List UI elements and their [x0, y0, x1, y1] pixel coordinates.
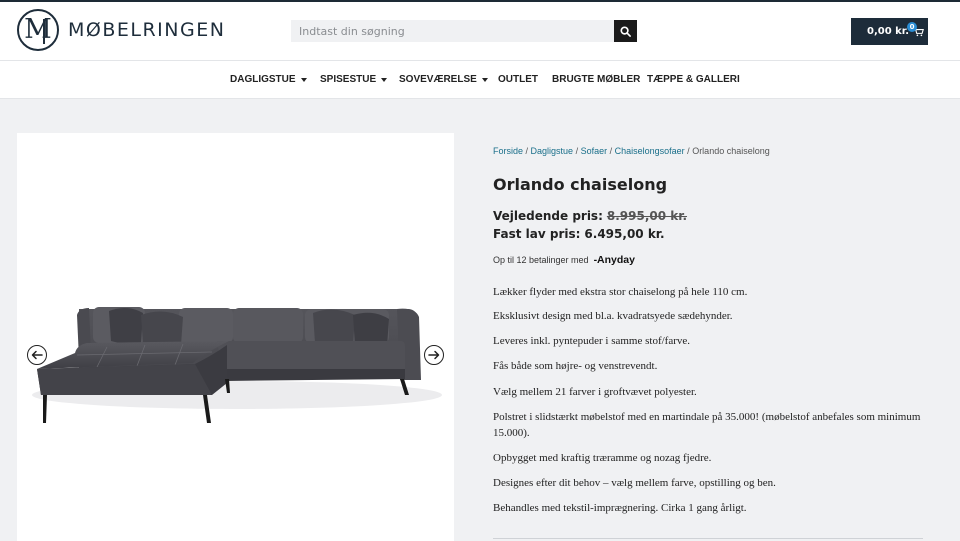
nav-label: TÆPPE & GALLERI — [647, 74, 740, 85]
description-line: Designes efter dit behov – vælg mellem f… — [493, 477, 776, 489]
search-input[interactable] — [291, 20, 614, 42]
description-line: Leveres inkl. pyntepuder i samme stof/fa… — [493, 335, 691, 347]
search-icon — [620, 25, 631, 37]
main-navigation: DAGLIGSTUE SPISESTUE SOVEVÆRELSE OUTLET … — [0, 61, 960, 99]
cart-count-badge: 0 — [907, 22, 917, 32]
sale-price-row: Fast lav pris: 6.495,00 kr. — [493, 227, 665, 241]
nav-label: SOVEVÆRELSE — [399, 74, 477, 85]
installment-text: Op til 12 betalinger med — [493, 255, 589, 265]
breadcrumb: Forside / Dagligstue / Sofaer / Chaiselo… — [493, 146, 770, 156]
description-line: Lækker flyder med ekstra stor chaiselong… — [493, 286, 748, 298]
nav-item-spisestue[interactable]: SPISESTUE — [320, 74, 388, 85]
installment-info: Op til 12 betalinger med -Anyday — [493, 254, 635, 266]
site-header: M MØBELRINGEN 0,00 kr. 0 — [0, 2, 960, 61]
breadcrumb-link-dagligstue[interactable]: Dagligstue — [531, 146, 574, 156]
nav-item-sovevaerelse[interactable]: SOVEVÆRELSE — [399, 74, 488, 85]
cart-total: 0,00 kr. — [867, 26, 910, 37]
caret-down-icon — [300, 77, 307, 82]
logo-text: MØBELRINGEN — [68, 19, 226, 41]
nav-label: BRUGTE MØBLER — [552, 74, 641, 85]
rrp-price-row: Vejledende pris: 8.995,00 kr. — [493, 209, 687, 223]
description-line: Eksklusivt design med bl.a. kvadratsyede… — [493, 310, 733, 322]
logo[interactable]: M MØBELRINGEN — [17, 9, 225, 51]
nav-item-brugte-mobler[interactable]: BRUGTE MØBLER — [552, 74, 640, 85]
logo-letter: M — [24, 14, 52, 45]
gallery-prev-button[interactable] — [27, 345, 47, 365]
search-button[interactable] — [614, 20, 637, 42]
gallery-next-button[interactable] — [424, 345, 444, 365]
breadcrumb-link-sofaer[interactable]: Sofaer — [581, 146, 608, 156]
cart-button[interactable]: 0,00 kr. 0 — [851, 18, 928, 45]
chevron-left-icon — [31, 350, 43, 360]
nav-label: SPISESTUE — [320, 74, 377, 85]
description-line: Fås både som højre- og venstrevendt. — [493, 360, 658, 372]
breadcrumb-current: Orlando chaiselong — [692, 146, 770, 156]
logo-stroke — [43, 19, 45, 44]
product-image-sofa[interactable] — [17, 133, 454, 541]
product-gallery — [17, 133, 454, 541]
nav-item-outlet[interactable]: OUTLET — [498, 74, 538, 85]
description-line: Behandles med tekstil-imprægnering. Cirk… — [493, 502, 747, 514]
description-line: Opbygget med kraftig træramme og nozag f… — [493, 452, 712, 464]
search-bar — [291, 20, 637, 42]
description-line: Vælg mellem 21 farver i groftvævet polye… — [493, 386, 697, 398]
breadcrumb-link-chaiselongsofaer[interactable]: Chaiselongsofaer — [615, 146, 685, 156]
nav-label: OUTLET — [498, 74, 538, 85]
chevron-right-icon — [428, 350, 440, 360]
logo-mark: M — [17, 9, 59, 51]
rrp-price: 8.995,00 kr. — [606, 209, 688, 223]
nav-item-taeppe-galleri[interactable]: TÆPPE & GALLERI — [647, 74, 740, 85]
breadcrumb-separator: / — [607, 146, 615, 156]
rrp-label: Vejledende pris: — [493, 209, 603, 223]
anyday-logo[interactable]: -Anyday — [594, 254, 635, 266]
breadcrumb-separator: / — [573, 146, 581, 156]
product-title: Orlando chaiselong — [493, 175, 668, 194]
description-line: Polstret i slidstærkt møbelstof med en m… — [493, 411, 921, 439]
breadcrumb-separator: / — [523, 146, 531, 156]
caret-down-icon — [481, 77, 488, 82]
sale-price-label: Fast lav pris: — [493, 227, 581, 241]
nav-label: DAGLIGSTUE — [230, 74, 296, 85]
breadcrumb-link-forside[interactable]: Forside — [493, 146, 523, 156]
sale-price: 6.495,00 kr. — [584, 227, 665, 241]
summary-divider — [493, 538, 923, 539]
caret-down-icon — [381, 77, 388, 82]
nav-item-dagligstue[interactable]: DAGLIGSTUE — [230, 74, 307, 85]
